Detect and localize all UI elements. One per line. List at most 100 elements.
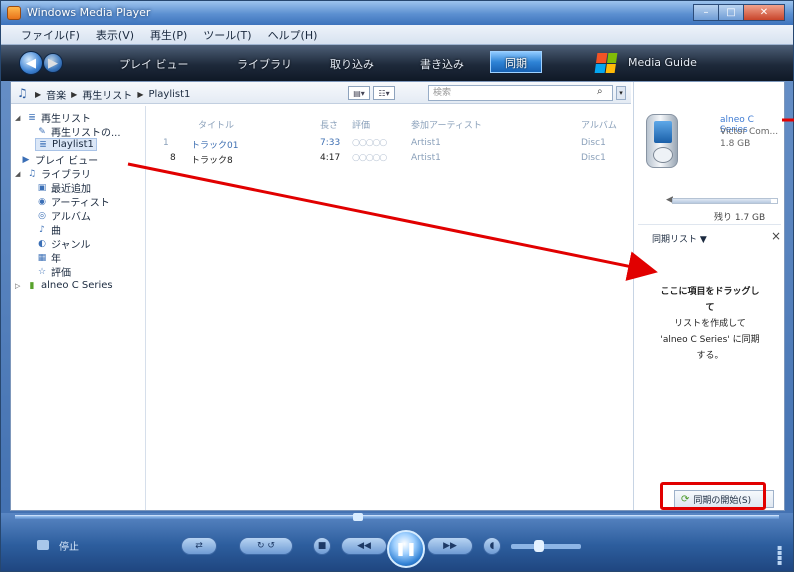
repeat-icon[interactable]: ↻ ↺ [239, 537, 293, 555]
breadcrumb-playlists[interactable]: 再生リスト [82, 87, 132, 102]
next-icon[interactable]: ▶▶ [427, 537, 473, 555]
sync-list-dropdown[interactable]: 同期リスト ▼ [652, 232, 707, 245]
tree-item-label: 最近追加 [51, 184, 91, 195]
column-header-title[interactable]: タイトル [198, 118, 234, 131]
track-rating[interactable]: ○○○○○ [352, 153, 387, 163]
forward-arrow-icon[interactable]: ▶ [43, 53, 63, 73]
tree-item-rating[interactable]: ☆ 評価 [37, 264, 71, 280]
maximize-button[interactable]: □ [718, 4, 744, 21]
seek-bar[interactable] [15, 513, 779, 521]
tab-rip[interactable]: 取り込み [330, 56, 374, 72]
collapse-icon[interactable]: ◢ [15, 114, 23, 122]
title-bar: Windows Media Player – □ ✕ [1, 1, 793, 25]
device-maker: Victor Com... [720, 127, 779, 137]
music-note-icon: ♫ [17, 86, 28, 100]
layout-options-icon[interactable]: ▤▾ [348, 86, 370, 100]
breadcrumb-music[interactable]: 音楽 [46, 87, 66, 102]
tree-item-label: 再生リストの... [51, 128, 121, 139]
tree-item-label: Playlist1 [52, 139, 94, 150]
tree-item-songs[interactable]: ♪ 曲 [37, 222, 61, 238]
artist-icon: ◉ [38, 196, 46, 207]
sync-drop-zone[interactable]: ここに項目をドラッグし て リストを作成して 'alneo C Series' … [644, 284, 776, 364]
tree-item-album[interactable]: ◎ アルバム [37, 208, 91, 224]
breadcrumb-playlist1[interactable]: Playlist1 [148, 89, 190, 100]
pause-icon[interactable]: ❚❚ [387, 530, 425, 568]
expand-icon[interactable]: ▷ [15, 282, 23, 290]
annotation-highlight-box [660, 482, 766, 510]
tree-item-now-playing[interactable]: ▶ プレイ ビュー [21, 152, 99, 168]
search-icon[interactable]: ⌕ [597, 86, 609, 98]
minimize-button[interactable]: – [693, 4, 719, 21]
menu-view[interactable]: 表示(V) [96, 27, 134, 43]
tree-item-playlists[interactable]: ◢ ≣ 再生リスト [15, 110, 91, 126]
track-album: Disc1 [581, 138, 606, 148]
music-note-icon: ♫ [27, 168, 37, 179]
view-mode-icon[interactable]: ☷▾ [373, 86, 395, 100]
table-row[interactable]: 1 トラック01 7:33 ○○○○○ Artist1 Disc1 [148, 137, 631, 151]
album-icon: ◎ [38, 210, 46, 221]
volume-slider[interactable] [511, 544, 581, 549]
tree-item-genre[interactable]: ◐ ジャンル [37, 236, 90, 252]
search-input[interactable]: 検索 [428, 85, 613, 101]
calendar-icon: ▦ [37, 252, 47, 263]
device-icon: ▮ [29, 280, 35, 291]
device-capacity: 1.8 GB [720, 139, 751, 149]
player-controls: 停止 ⇄ ↻ ↺ ■ ◀◀ ❚❚ ▶▶ ◖ ▪ ▪ ▪ ▪ [1, 513, 793, 571]
windows-logo-icon [594, 53, 618, 73]
track-length: 7:33 [320, 138, 341, 148]
column-header-rating[interactable]: 評価 [352, 118, 370, 131]
menu-tools[interactable]: ツール(T) [203, 27, 251, 43]
tree-item-library[interactable]: ◢ ♫ ライブラリ [15, 166, 91, 182]
close-icon[interactable]: × [771, 229, 781, 243]
tab-now-playing[interactable]: プレイ ビュー [119, 56, 189, 72]
device-wheel [653, 147, 673, 163]
tab-library[interactable]: ライブラリ [237, 56, 292, 72]
tree-item-device[interactable]: ▷ ▮ alneo C Series [15, 280, 113, 291]
menu-help[interactable]: ヘルプ(H) [268, 27, 318, 43]
chevron-right-icon: ▶ [137, 90, 144, 99]
tab-burn[interactable]: 書き込み [420, 56, 464, 72]
tree-item-label: 評価 [51, 268, 71, 279]
track-number: 8 [170, 153, 176, 163]
track-list: タイトル 長さ 評価 参加アーティスト アルバム 1 トラック01 7:33 ○… [148, 106, 631, 510]
seek-thumb[interactable] [353, 513, 363, 521]
back-arrow-icon[interactable]: ◀ [19, 51, 43, 75]
menu-file[interactable]: ファイル(F) [21, 27, 80, 43]
track-title: トラック8 [191, 156, 233, 166]
previous-icon[interactable]: ◀◀ [341, 537, 387, 555]
table-row[interactable]: 8 トラック8 4:17 ○○○○○ Artist1 Disc1 [148, 152, 631, 166]
resize-grip-icon[interactable]: ▪ ▪ ▪ ▪ [777, 544, 787, 567]
sync-list-label: 同期リスト [652, 235, 698, 245]
view-options: ▤▾ ☷▾ [348, 86, 395, 100]
tree-item-recently-added[interactable]: ▣ 最近追加 [37, 180, 91, 196]
track-rating[interactable]: ○○○○○ [352, 138, 387, 148]
tree-item-artist[interactable]: ◉ アーティスト [37, 194, 110, 210]
tree-item-create-playlist[interactable]: ✎ 再生リストの... [37, 124, 121, 140]
column-header-album[interactable]: アルバム [581, 118, 617, 131]
drop-message-line: する。 [696, 351, 724, 361]
menu-play[interactable]: 再生(P) [150, 27, 187, 43]
song-note-icon: ♪ [39, 224, 45, 235]
drop-message-line: リストを作成して [674, 319, 746, 329]
task-tab-bar: ◀ ▶ プレイ ビュー ライブラリ 取り込み 書き込み 同期 Media Gui… [1, 45, 793, 81]
collapse-icon[interactable]: ◢ [15, 170, 23, 178]
stop-icon[interactable]: ■ [313, 537, 331, 555]
tree-item-label: アーティスト [51, 198, 110, 209]
device-screen [654, 121, 672, 143]
storage-fill [673, 199, 771, 203]
chevron-right-icon: ▶ [71, 90, 78, 99]
close-button[interactable]: ✕ [743, 4, 785, 21]
track-artist: Artist1 [411, 153, 441, 163]
mute-icon[interactable]: ◖ [483, 537, 501, 555]
column-header-artist[interactable]: 参加アーティスト [411, 118, 482, 131]
search-dropdown-icon[interactable]: ▾ [616, 86, 626, 100]
tab-media-guide[interactable]: Media Guide [628, 56, 697, 69]
tab-sync[interactable]: 同期 [490, 51, 542, 73]
shuffle-icon[interactable]: ⇄ [181, 537, 217, 555]
volume-thumb[interactable] [534, 540, 544, 552]
column-header-length[interactable]: 長さ [320, 118, 338, 131]
tree-item-year[interactable]: ▦ 年 [37, 250, 61, 266]
star-icon: ☆ [37, 266, 47, 277]
tree-item-playlist1[interactable]: ≣ Playlist1 [35, 138, 97, 151]
tree-item-label: 曲 [51, 226, 61, 237]
